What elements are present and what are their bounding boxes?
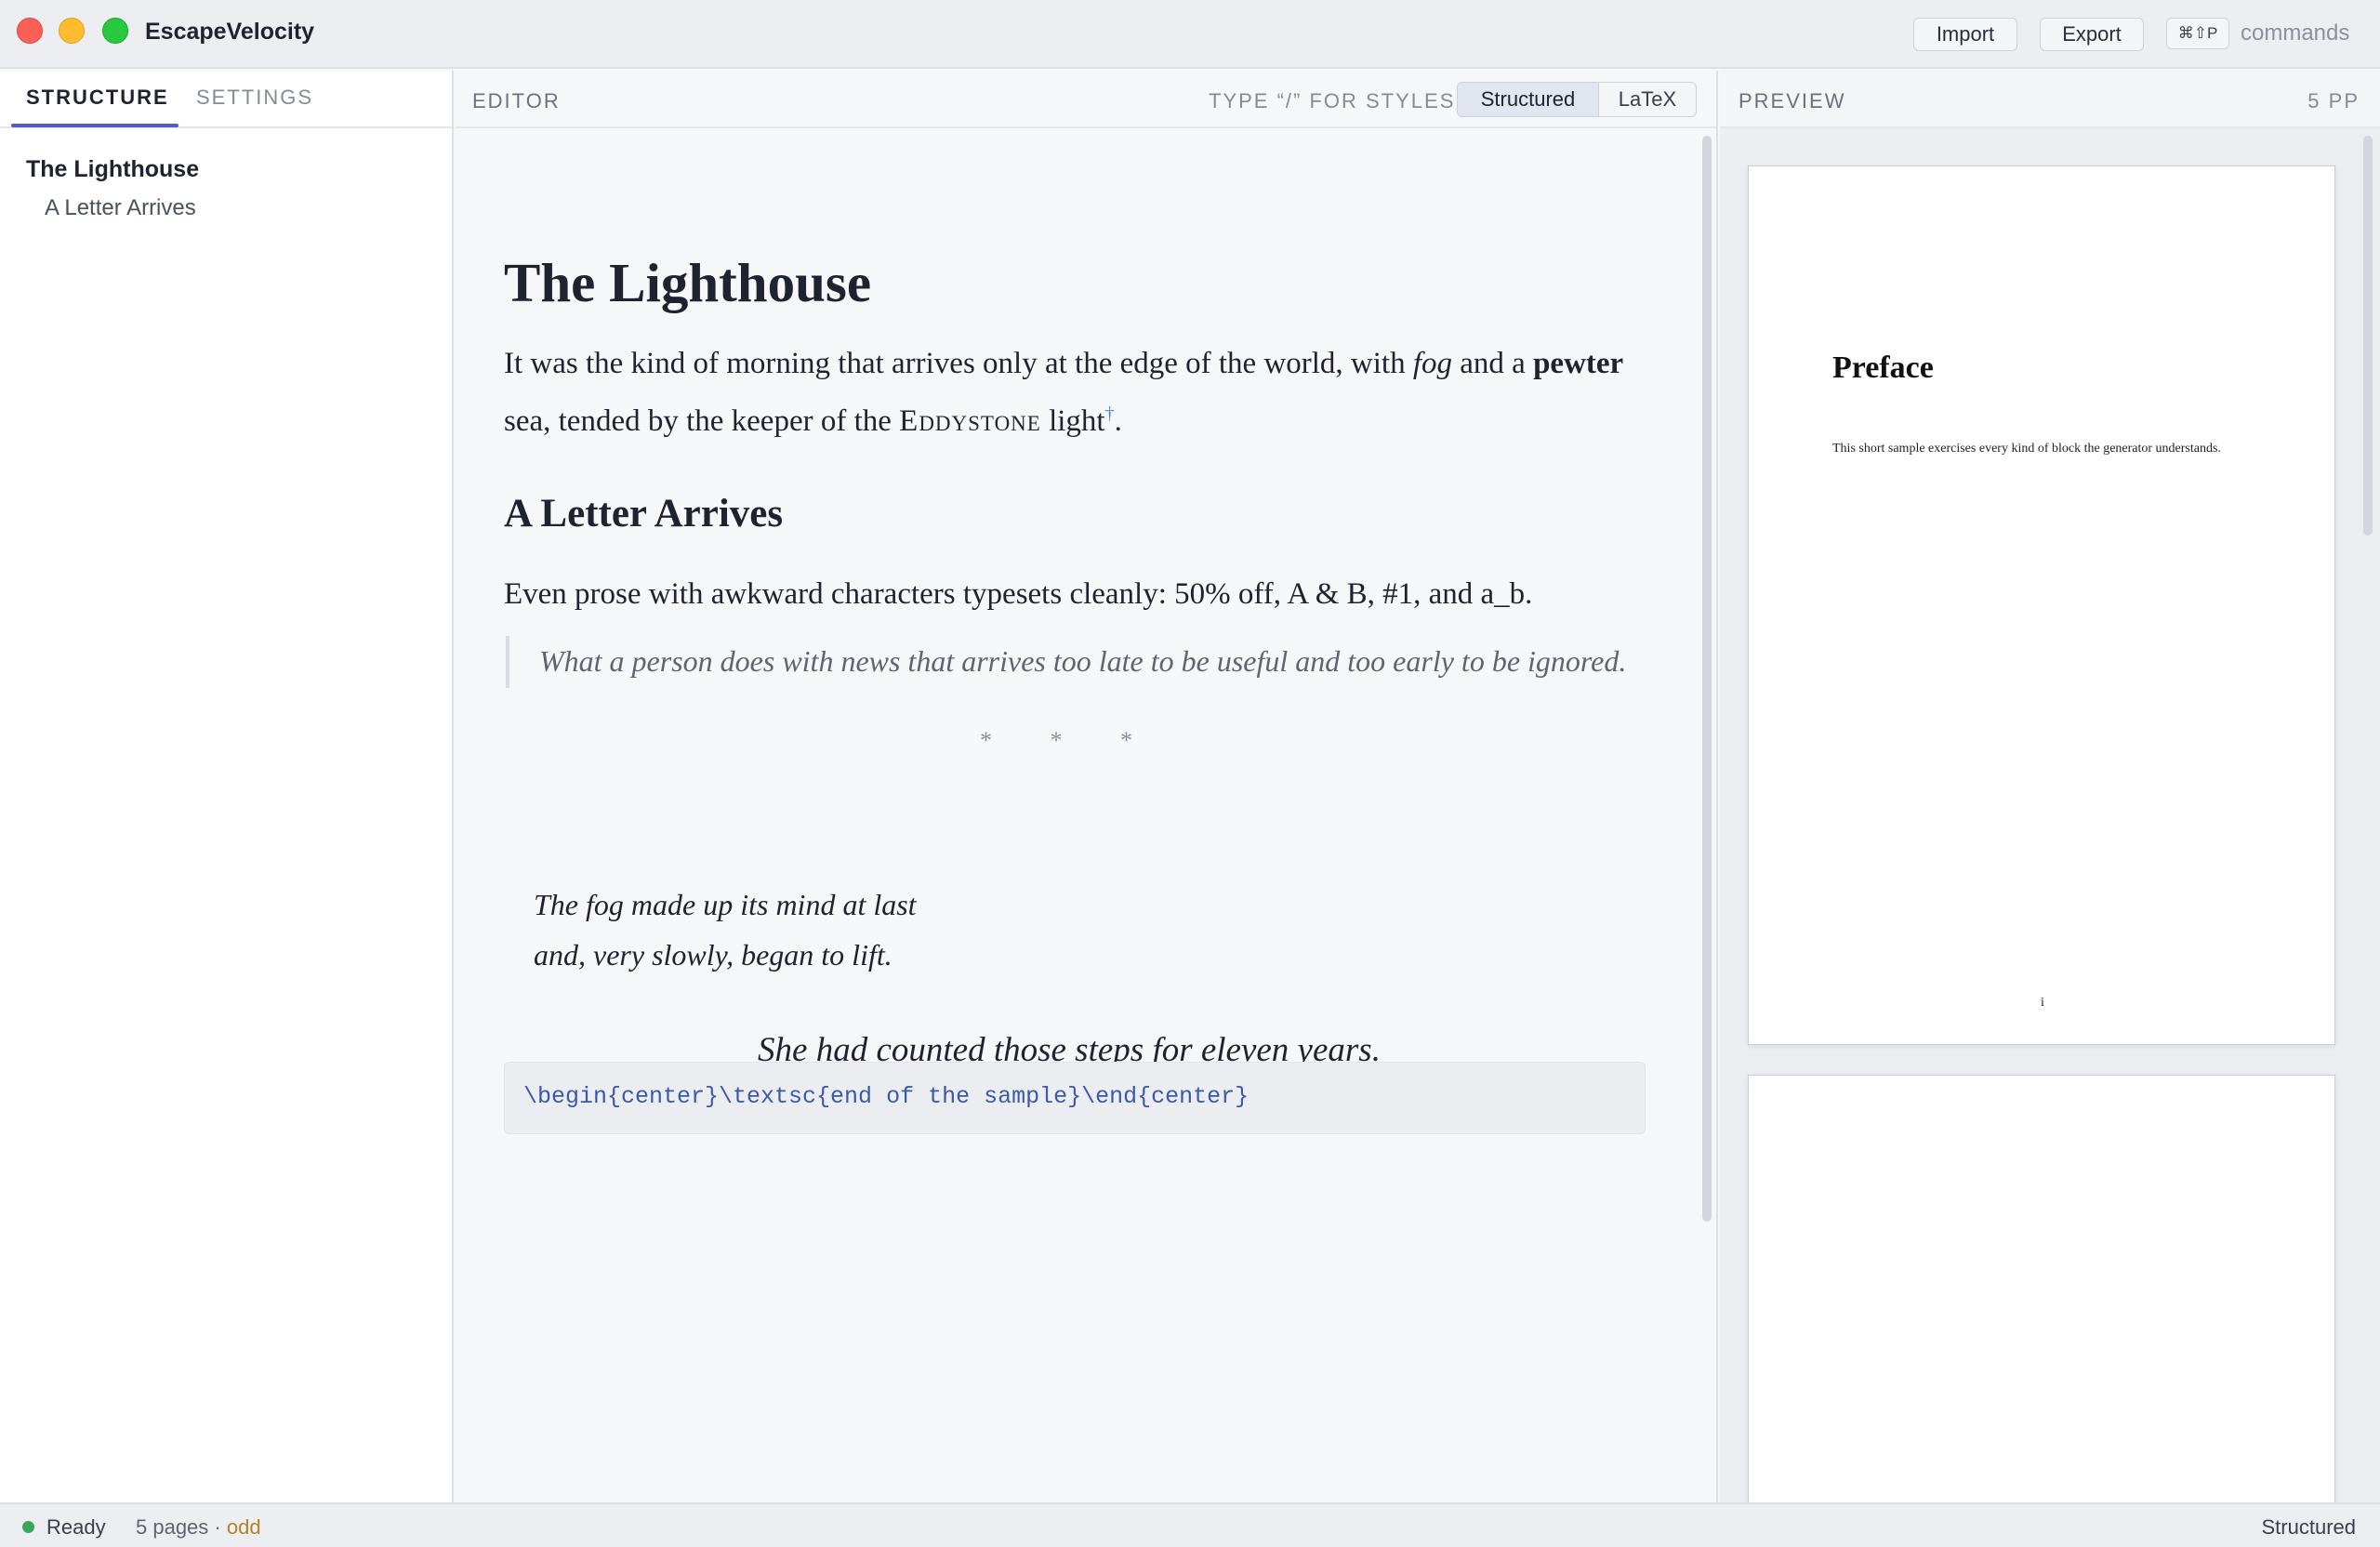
- sidebar: STRUCTURE SETTINGS The Lighthouse A Lett…: [0, 71, 454, 1502]
- scene-break[interactable]: * * *: [456, 727, 1683, 755]
- app-window: EscapeVelocity Import Export ⌘⇧P command…: [0, 0, 2380, 1547]
- verse-line: The fog made up its mind at last: [534, 888, 917, 921]
- verse-line: and, very slowly, began to lift.: [534, 938, 892, 972]
- mode-toggle: Structured LaTeX: [1457, 82, 1697, 117]
- styles-hint: TYPE “/” FOR STYLES: [1209, 89, 1456, 112]
- outline-item-a-letter-arrives[interactable]: A Letter Arrives: [45, 195, 196, 221]
- pages-count-text: 5 pages ·: [136, 1515, 227, 1539]
- footnote-marker[interactable]: †: [1105, 403, 1115, 424]
- outline-item-the-lighthouse[interactable]: The Lighthouse: [26, 156, 199, 183]
- tab-settings[interactable]: SETTINGS: [196, 86, 313, 110]
- page-number: i: [2041, 996, 2044, 1010]
- page-parity: odd: [226, 1515, 261, 1539]
- preview-page[interactable]: [1748, 1075, 2335, 1521]
- active-tab-indicator: [11, 124, 178, 127]
- editor-pane: EDITOR TYPE “/” FOR STYLES Structured La…: [456, 71, 1718, 1502]
- verse-block[interactable]: The fog made up its mind at last and, ve…: [534, 879, 917, 980]
- small-caps-run: Eddystone: [899, 404, 1041, 438]
- status-dot-icon: [22, 1521, 34, 1533]
- status-bar: Ready 5 pages · odd Structured: [0, 1502, 2380, 1547]
- zoom-window-icon[interactable]: [102, 18, 128, 44]
- paragraph-opening[interactable]: It was the kind of morning that arrives …: [504, 338, 1666, 446]
- status-mode: Structured: [2261, 1515, 2357, 1539]
- tab-structure[interactable]: STRUCTURE: [26, 86, 169, 110]
- italic-run: fog: [1412, 347, 1453, 380]
- export-button[interactable]: Export: [2040, 18, 2144, 51]
- bold-run: pewter: [1533, 347, 1624, 380]
- page-text: This short sample exercises every kind o…: [1832, 442, 2221, 456]
- status-pages: 5 pages · odd: [136, 1515, 261, 1540]
- preview-header: PREVIEW 5 PP: [1720, 71, 2380, 128]
- heading-a-letter-arrives[interactable]: A Letter Arrives: [504, 491, 783, 536]
- text-run: .: [1114, 404, 1122, 438]
- editor-scrollbar[interactable]: [1702, 136, 1712, 1222]
- preview-pane: PREVIEW 5 PP Preface This short sample e…: [1720, 71, 2380, 1521]
- page-count: 5 PP: [2307, 89, 2360, 112]
- mode-latex-button[interactable]: LaTeX: [1599, 83, 1696, 116]
- sidebar-tabs: STRUCTURE SETTINGS: [0, 71, 452, 128]
- title-bar: EscapeVelocity Import Export ⌘⇧P command…: [0, 0, 2380, 69]
- preview-scrollbar[interactable]: [2363, 136, 2373, 536]
- minimize-window-icon[interactable]: [59, 18, 85, 44]
- paragraph-prose[interactable]: Even prose with awkward characters types…: [504, 569, 1532, 619]
- editor-header: EDITOR TYPE “/” FOR STYLES Structured La…: [456, 71, 1718, 128]
- mode-structured-button[interactable]: Structured: [1458, 83, 1599, 116]
- preview-title: PREVIEW: [1739, 89, 1846, 112]
- heading-the-lighthouse[interactable]: The Lighthouse: [504, 251, 871, 315]
- editor-title: EDITOR: [472, 89, 561, 112]
- commands-label[interactable]: commands: [2241, 20, 2349, 46]
- preview-page[interactable]: Preface This short sample exercises ever…: [1748, 165, 2335, 1045]
- close-window-icon[interactable]: [17, 18, 43, 44]
- status-ready: Ready: [46, 1515, 106, 1539]
- text-run: It was the kind of morning that arrives …: [504, 347, 1413, 380]
- app-title: EscapeVelocity: [145, 19, 315, 45]
- page-heading: Preface: [1832, 350, 1934, 385]
- blockquote[interactable]: What a person does with news that arrive…: [506, 636, 1640, 688]
- import-button[interactable]: Import: [1913, 18, 2017, 51]
- latex-code-block[interactable]: \begin{center}\textsc{end of the sample}…: [504, 1062, 1646, 1134]
- text-run: sea, tended by the keeper of the: [504, 404, 900, 438]
- text-run: and a: [1452, 347, 1534, 380]
- text-run: light: [1040, 404, 1105, 438]
- command-palette-shortcut[interactable]: ⌘⇧P: [2166, 18, 2229, 49]
